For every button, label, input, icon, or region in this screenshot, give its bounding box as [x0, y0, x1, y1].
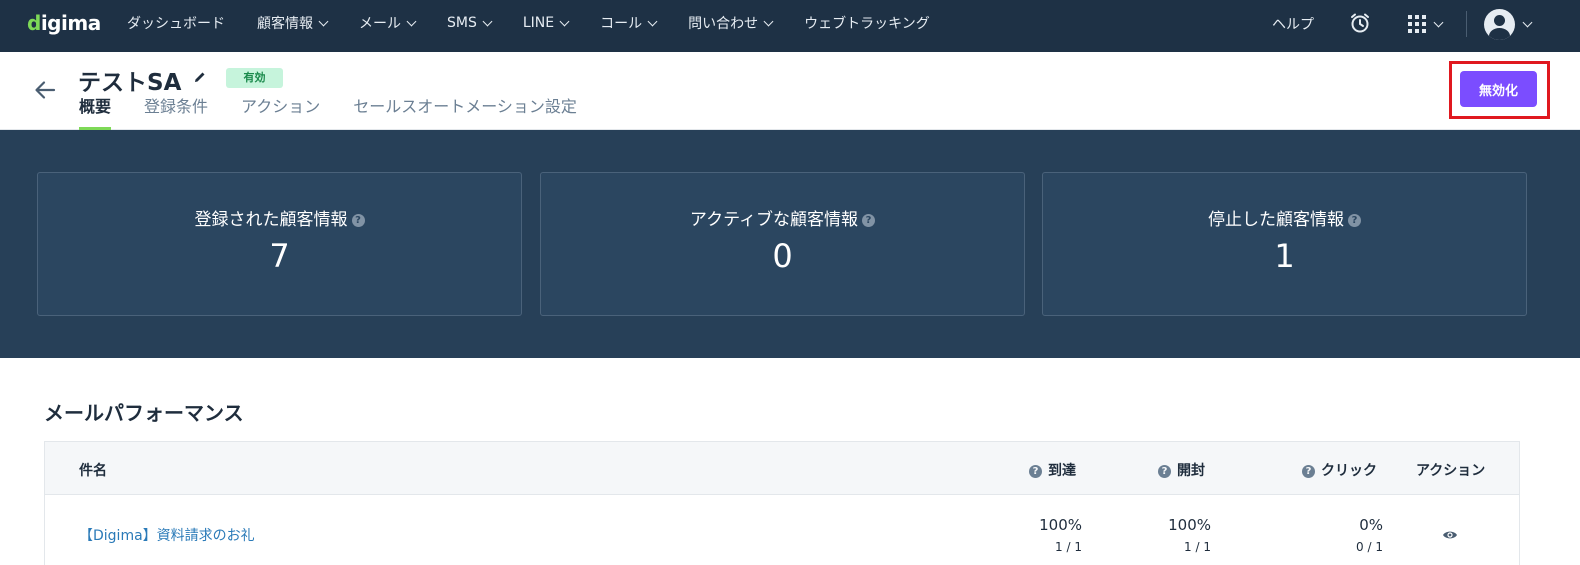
column-opened: ? 開封	[1158, 460, 1205, 480]
stat-card-stopped: 停止した顧客情報? 1	[1042, 172, 1527, 316]
chevron-down-icon	[482, 16, 493, 26]
help-icon[interactable]: ?	[1302, 464, 1315, 478]
chevron-down-icon	[647, 16, 658, 26]
stat-label: 登録された顧客情報	[194, 210, 348, 230]
back-arrow-icon[interactable]	[33, 78, 57, 102]
tab-actions[interactable]: アクション	[241, 98, 320, 130]
eye-icon[interactable]	[1442, 529, 1458, 541]
help-icon[interactable]: ?	[862, 213, 876, 227]
tab-registration-conditions[interactable]: 登録条件	[144, 98, 208, 130]
top-nav: digima ダッシュボード 顧客情報 メール SMS LINE コール 問い合…	[0, 0, 1580, 52]
status-badge: 有効	[226, 68, 283, 88]
avatar	[1484, 8, 1515, 40]
deactivate-button[interactable]: 無効化	[1460, 71, 1537, 107]
tab-sales-automation-settings[interactable]: セールスオートメーション設定	[353, 98, 577, 130]
column-clicked: ? クリック	[1302, 460, 1377, 480]
column-subject: 件名	[79, 463, 107, 479]
alarm-clock-icon[interactable]	[1349, 12, 1371, 34]
stat-label: 停止した顧客情報	[1208, 210, 1344, 230]
table-row: 【Digima】資料請求のお礼 100% 1 / 1 100% 1 / 1 0%…	[45, 496, 1519, 565]
nav-item-sms[interactable]: SMS	[447, 15, 493, 31]
tab-bar: 概要 登録条件 アクション セールスオートメーション設定	[79, 98, 610, 130]
section-title: メールパフォーマンス	[44, 401, 244, 425]
help-icon[interactable]: ?	[1348, 213, 1361, 227]
nav-item-mail[interactable]: メール	[359, 13, 417, 33]
stat-value: 0	[772, 237, 793, 275]
mail-subject-link[interactable]: 【Digima】資料請求のお礼	[79, 525, 255, 545]
nav-item-dashboard[interactable]: ダッシュボード	[127, 13, 225, 33]
chevron-down-icon	[763, 16, 774, 26]
apps-grid-icon	[1408, 15, 1426, 33]
nav-item-call[interactable]: コール	[600, 13, 658, 33]
help-icon[interactable]: ?	[1029, 464, 1042, 478]
pencil-icon[interactable]	[193, 70, 207, 84]
chevron-down-icon	[559, 16, 570, 26]
nav-menu: ダッシュボード 顧客情報 メール SMS LINE コール 問い合わせ ウェブト…	[127, 0, 962, 46]
delivered-percent: 100%	[1039, 516, 1082, 534]
column-delivered: ? 到達	[1029, 460, 1076, 480]
page-title: テストSA	[78, 70, 182, 96]
chevron-down-icon	[406, 16, 417, 26]
chevron-down-icon	[1433, 17, 1444, 27]
help-icon[interactable]: ?	[351, 213, 365, 227]
opened-ratio: 1 / 1	[1184, 540, 1211, 554]
digima-logo[interactable]: digima	[27, 11, 101, 35]
nav-divider	[1466, 11, 1467, 37]
clicked-percent: 0%	[1359, 516, 1383, 534]
nav-item-customers[interactable]: 顧客情報	[257, 13, 329, 33]
delivered-ratio: 1 / 1	[1055, 540, 1082, 554]
help-link[interactable]: ヘルプ	[1272, 14, 1314, 34]
page-header: テストSA 有効 概要 登録条件 アクション セールスオートメーション設定	[0, 52, 1580, 130]
clicked-ratio: 0 / 1	[1356, 540, 1383, 554]
column-action: アクション	[1416, 463, 1486, 479]
chevron-down-icon	[318, 16, 329, 26]
nav-item-line[interactable]: LINE	[523, 15, 570, 31]
tab-overview[interactable]: 概要	[79, 98, 112, 130]
stat-value: 1	[1274, 237, 1295, 275]
stat-card-registered: 登録された顧客情報? 7	[37, 172, 522, 316]
stats-band: 登録された顧客情報? 7 アクティブな顧客情報? 0 停止した顧客情報? 1	[0, 130, 1580, 358]
stat-card-active: アクティブな顧客情報? 0	[540, 172, 1025, 316]
help-icon[interactable]: ?	[1158, 464, 1171, 478]
opened-percent: 100%	[1168, 516, 1211, 534]
nav-item-web-tracking[interactable]: ウェブトラッキング	[804, 13, 930, 33]
mail-performance-table: 件名 ? 到達 ? 開封 ? クリック アクション 【Digima】資料請求のお礼 1…	[44, 441, 1520, 565]
stat-value: 7	[269, 237, 290, 275]
apps-menu[interactable]	[1408, 14, 1448, 34]
nav-item-inquiries[interactable]: 問い合わせ	[688, 13, 774, 33]
stat-label: アクティブな顧客情報	[689, 210, 859, 230]
user-menu[interactable]	[1484, 8, 1536, 40]
chevron-down-icon	[1522, 17, 1533, 27]
table-header: 件名 ? 到達 ? 開封 ? クリック アクション	[45, 442, 1519, 495]
